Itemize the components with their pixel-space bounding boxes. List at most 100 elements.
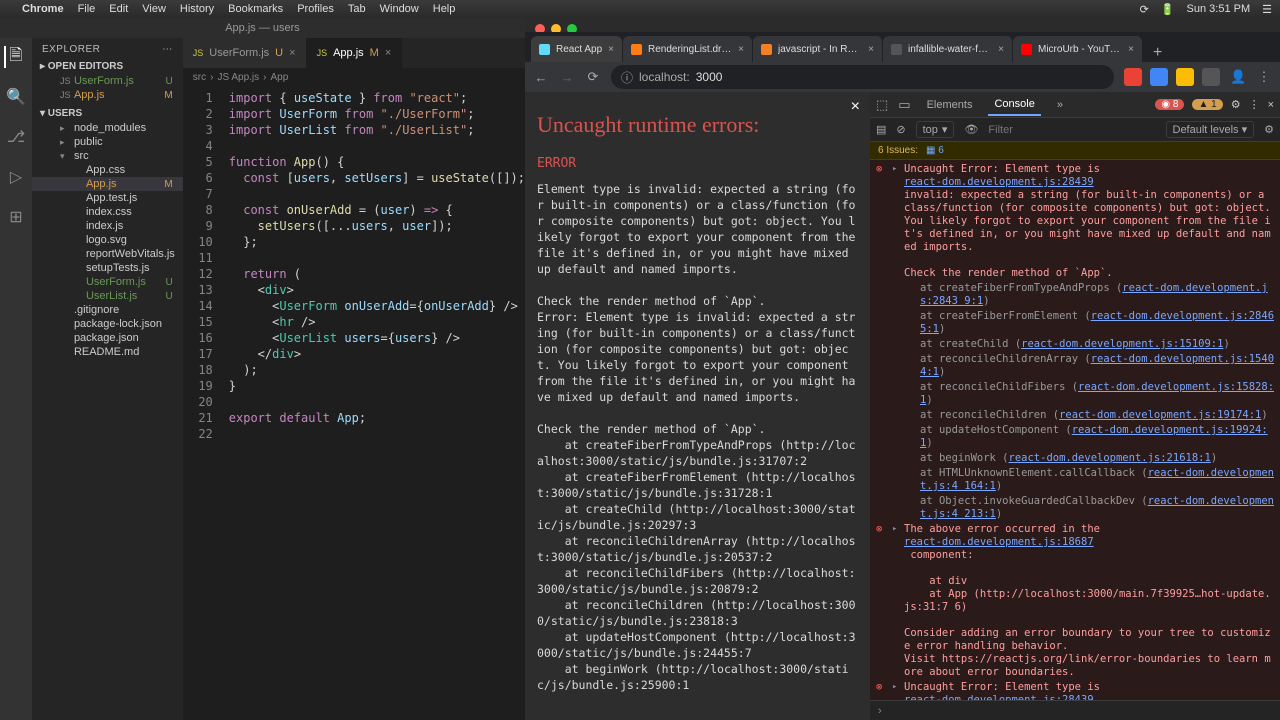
settings-icon[interactable]: ⚙ (1231, 98, 1241, 111)
file-item[interactable]: UserList.jsU (32, 289, 183, 303)
file-item[interactable]: .gitignore (32, 303, 183, 317)
menu-file[interactable]: File (78, 3, 96, 15)
devtools-tabs: ⬚ ▭ Elements Console » ◉ 8 ▲ 1 ⚙ ⋮ × (870, 92, 1280, 118)
file-item[interactable]: index.css (32, 205, 183, 219)
close-tab-icon[interactable]: × (868, 44, 874, 55)
site-info-icon[interactable]: ⓘ (621, 69, 633, 86)
console-prompt[interactable]: › (870, 700, 1280, 720)
source-control-icon[interactable]: ⎇ (5, 126, 27, 148)
browser-tab[interactable]: MicroUrb - YouTube× (1013, 36, 1143, 62)
device-icon[interactable]: ▭ (898, 97, 910, 113)
folder-item[interactable]: ▾src (32, 149, 183, 163)
url-field[interactable]: ⓘ localhost:3000 (611, 65, 1114, 89)
console-message[interactable]: ⊗▸Uncaught Error: Element type is react-… (874, 680, 1276, 700)
file-item[interactable]: README.md (32, 345, 183, 359)
warning-count-badge[interactable]: ▲ 1 (1192, 99, 1222, 110)
profile-icon[interactable]: 👤 (1230, 69, 1246, 85)
favicon-icon (631, 44, 642, 55)
close-tab-icon[interactable]: × (385, 47, 391, 59)
file-item[interactable]: reportWebVitals.js (32, 247, 183, 261)
close-tab-icon[interactable]: × (738, 44, 744, 55)
devtools: ⬚ ▭ Elements Console » ◉ 8 ▲ 1 ⚙ ⋮ × ▤ ⊘ (870, 92, 1280, 720)
wifi-icon[interactable]: ⟳ (1140, 3, 1149, 16)
file-item[interactable]: package.json (32, 331, 183, 345)
menu-bookmarks[interactable]: Bookmarks (228, 3, 283, 15)
close-tab-icon[interactable]: × (289, 47, 295, 59)
run-debug-icon[interactable]: ▷ (5, 166, 27, 188)
close-tab-icon[interactable]: × (998, 44, 1004, 55)
vscode-window: App.js — users 🗎 🔍 ⎇ ▷ ⊞ EXPLORER⋯ ▸ OPE… (0, 18, 525, 720)
extensions-menu-icon[interactable] (1202, 68, 1220, 86)
menu-tab[interactable]: Tab (348, 3, 366, 15)
file-item[interactable]: App.jsM (32, 177, 183, 191)
open-editor-item[interactable]: JSUserForm.jsU (32, 74, 183, 88)
menu-window[interactable]: Window (380, 3, 419, 15)
extension-icon[interactable] (1150, 68, 1168, 86)
browser-tab[interactable]: React App× (531, 36, 623, 62)
eye-icon[interactable]: 👁 (964, 123, 978, 136)
project-section[interactable]: ▾ USERS (32, 106, 183, 121)
folder-item[interactable]: ▸public (32, 135, 183, 149)
activity-bar: 🗎 🔍 ⎇ ▷ ⊞ (0, 38, 32, 720)
menu-history[interactable]: History (180, 3, 214, 15)
favicon-icon (1021, 44, 1032, 55)
close-tab-icon[interactable]: × (608, 44, 614, 55)
file-item[interactable]: setupTests.js (32, 261, 183, 275)
editor-tab[interactable]: JS App.js M × (307, 38, 403, 68)
file-item[interactable]: logo.svg (32, 233, 183, 247)
levels-selector[interactable]: Default levels ▾ (1166, 121, 1255, 138)
file-item[interactable]: package-lock.json (32, 317, 183, 331)
new-tab-button[interactable]: + (1143, 44, 1172, 62)
file-item[interactable]: UserForm.jsU (32, 275, 183, 289)
error-label: ERROR (537, 156, 858, 171)
breadcrumb[interactable]: src › JS App.js › App (183, 68, 525, 86)
editor-tab[interactable]: JS UserForm.js U × (183, 38, 307, 68)
browser-tab[interactable]: javascript - In React…× (753, 36, 883, 62)
console-settings-icon[interactable]: ⚙ (1264, 123, 1274, 136)
extension-icon[interactable] (1176, 68, 1194, 86)
open-editor-item[interactable]: JSApp.jsM (32, 88, 183, 102)
clear-console-icon[interactable]: ⊘ (896, 123, 905, 136)
open-editors-section[interactable]: ▸ OPEN EDITORS (32, 59, 183, 74)
context-selector[interactable]: top ▾ (916, 121, 955, 138)
browser-tab[interactable]: RenderingList.drawio…× (623, 36, 753, 62)
menu-profiles[interactable]: Profiles (297, 3, 334, 15)
close-overlay-icon[interactable]: × (851, 98, 860, 116)
console-message[interactable]: ⊗▸The above error occurred in the react-… (874, 522, 1276, 680)
menu-help[interactable]: Help (433, 3, 456, 15)
search-icon[interactable]: 🔍 (5, 86, 27, 108)
menu-view[interactable]: View (142, 3, 166, 15)
explorer-icon[interactable]: 🗎 (4, 46, 26, 68)
filter-input[interactable] (988, 124, 1155, 136)
code-editor[interactable]: 12345678910111213141516171819202122 impo… (183, 86, 525, 720)
sidebar-more-icon[interactable]: ⋯ (162, 44, 173, 55)
devtools-menu-icon[interactable]: ⋮ (1249, 98, 1260, 111)
tab-more[interactable]: » (1051, 95, 1069, 115)
issues-bar[interactable]: 6 Issues: ▦ 6 (870, 142, 1280, 160)
file-item[interactable]: App.test.js (32, 191, 183, 205)
file-item[interactable]: index.js (32, 219, 183, 233)
reload-icon[interactable]: ⟳ (585, 69, 601, 85)
forward-icon[interactable]: → (559, 70, 575, 85)
extensions-icon[interactable]: ⊞ (5, 206, 27, 228)
folder-item[interactable]: ▸node_modules (32, 121, 183, 135)
close-tab-icon[interactable]: × (1128, 44, 1134, 55)
console-message[interactable]: ⊗▸Uncaught Error: Element type is react-… (874, 162, 1276, 281)
inspect-icon[interactable]: ⬚ (876, 97, 888, 113)
menu-edit[interactable]: Edit (109, 3, 128, 15)
back-icon[interactable]: ← (533, 70, 549, 85)
chrome-menu-icon[interactable]: ⋮ (1256, 69, 1272, 85)
tab-elements[interactable]: Elements (921, 95, 979, 115)
devtools-close-icon[interactable]: × (1268, 99, 1274, 111)
battery-icon[interactable]: 🔋 (1161, 3, 1175, 16)
console-output[interactable]: ⊗▸Uncaught Error: Element type is react-… (870, 160, 1280, 700)
extension-icon[interactable] (1124, 68, 1142, 86)
error-count-badge[interactable]: ◉ 8 (1155, 99, 1184, 110)
browser-tab[interactable]: infallible-water-fyyr…× (883, 36, 1013, 62)
tab-console[interactable]: Console (988, 94, 1040, 116)
control-center-icon[interactable]: ☰ (1262, 3, 1272, 16)
app-name[interactable]: Chrome (22, 3, 64, 15)
file-item[interactable]: App.css (32, 163, 183, 177)
console-sidebar-icon[interactable]: ▤ (876, 123, 886, 136)
error-overlay: × Uncaught runtime errors: ERROR Element… (525, 92, 870, 720)
